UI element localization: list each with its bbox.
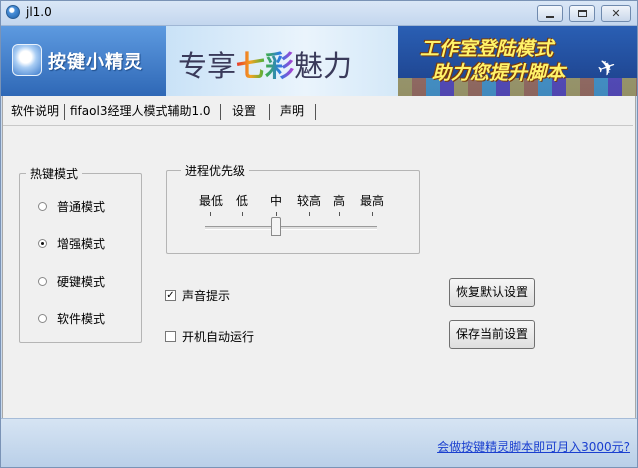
tab-script[interactable]: fifaol3经理人模式辅助1.0 [70,100,211,122]
minimize-button[interactable] [537,5,563,22]
promo-prefix: 专享 [178,49,237,83]
banner: 按键小精灵 专享七彩魅力 工作室登陆模式 助力您提升脚本 ✈ [0,26,638,96]
tab-separator [269,104,270,120]
footer-ad-link[interactable]: 会做按键精灵脚本即可月入3000元? [437,438,630,455]
promo-line-1: 工作室登陆模式 [420,38,554,60]
checkbox-unchecked[interactable] [165,330,176,342]
priority-label-normal: 中 [269,194,283,208]
autostart-label: 开机自动运行 [182,329,255,344]
hotkey-mode-group: 热键模式 普通模式 增强模式 硬键模式 软件模式 [19,165,142,343]
logo: 按键小精灵 [0,26,166,96]
radio-button[interactable] [38,276,47,286]
priority-label-highest: 最高 [359,194,385,208]
promo-line-2: 助力您提升脚本 [432,62,566,84]
priority-label-low: 低 [235,194,249,208]
app-icon [6,5,20,19]
promo-slogan: 专享七彩魅力 [178,43,352,85]
slider-tick [339,212,340,216]
slider-tick [309,212,310,216]
save-settings-button[interactable]: 保存当前设置 [449,320,535,349]
priority-slider-track[interactable] [205,226,377,230]
tab-divider [3,125,633,126]
slider-tick [276,212,277,216]
minimize-icon [546,15,554,18]
slider-tick [242,212,243,216]
hotkey-mode-title: 热键模式 [26,165,83,182]
process-priority-group: 进程优先级 最低 低 中 较高 高 最高 [166,162,420,254]
radio-button[interactable] [38,201,47,211]
close-icon: ✕ [611,7,621,20]
settings-panel: 软件说明 fifaol3经理人模式辅助1.0 设置 声明 热键模式 普通模式 增… [2,96,636,418]
priority-label-lowest: 最低 [198,194,224,208]
close-button[interactable]: ✕ [601,5,631,22]
priority-slider-thumb[interactable] [271,217,281,236]
autostart-checkbox[interactable]: 开机自动运行 [165,328,254,344]
tab-separator [315,104,316,120]
tab-separator [64,104,65,120]
radio-software-mode[interactable]: 软件模式 [38,310,105,326]
radio-label: 普通模式 [57,199,106,214]
promo-highlight: 七彩 [236,49,295,83]
radio-enhanced-mode[interactable]: 增强模式 [38,235,105,251]
radio-normal-mode[interactable]: 普通模式 [38,198,105,214]
footer-bar: 会做按键精灵脚本即可月入3000元? [0,418,638,468]
sound-prompt-label: 声音提示 [182,288,231,303]
window-title: jl1.0 [26,5,52,19]
restore-defaults-button[interactable]: 恢复默认设置 [449,278,535,307]
radio-hardware-mode[interactable]: 硬键模式 [38,273,105,289]
slider-tick [372,212,373,216]
tab-software-intro[interactable]: 软件说明 [11,100,59,122]
sound-prompt-checkbox[interactable]: ✓ 声音提示 [165,287,230,303]
priority-label-above: 较高 [296,194,322,208]
tab-settings[interactable]: 设置 [232,100,257,122]
promo-suffix: 魅力 [294,49,353,83]
logo-icon [12,44,42,76]
radio-button[interactable] [38,313,47,323]
tab-statement[interactable]: 声明 [280,100,304,122]
maximize-icon [577,10,587,17]
radio-button-checked[interactable] [38,238,47,248]
promo-banner-left[interactable]: 专享七彩魅力 [166,26,398,96]
radio-label: 硬键模式 [57,274,106,289]
process-priority-title: 进程优先级 [181,162,250,179]
slider-tick [210,212,211,216]
title-bar: jl1.0 ✕ [0,0,638,26]
tab-bar: 软件说明 fifaol3经理人模式辅助1.0 设置 声明 [3,100,633,126]
logo-text: 按键小精灵 [48,52,143,73]
checkbox-checked[interactable]: ✓ [165,289,176,301]
tab-separator [220,104,221,120]
radio-label: 增强模式 [57,236,106,251]
radio-label: 软件模式 [57,311,106,326]
priority-label-high: 高 [332,194,346,208]
promo-banner-right[interactable]: 工作室登陆模式 助力您提升脚本 ✈ [398,26,638,96]
maximize-button[interactable] [569,5,595,22]
